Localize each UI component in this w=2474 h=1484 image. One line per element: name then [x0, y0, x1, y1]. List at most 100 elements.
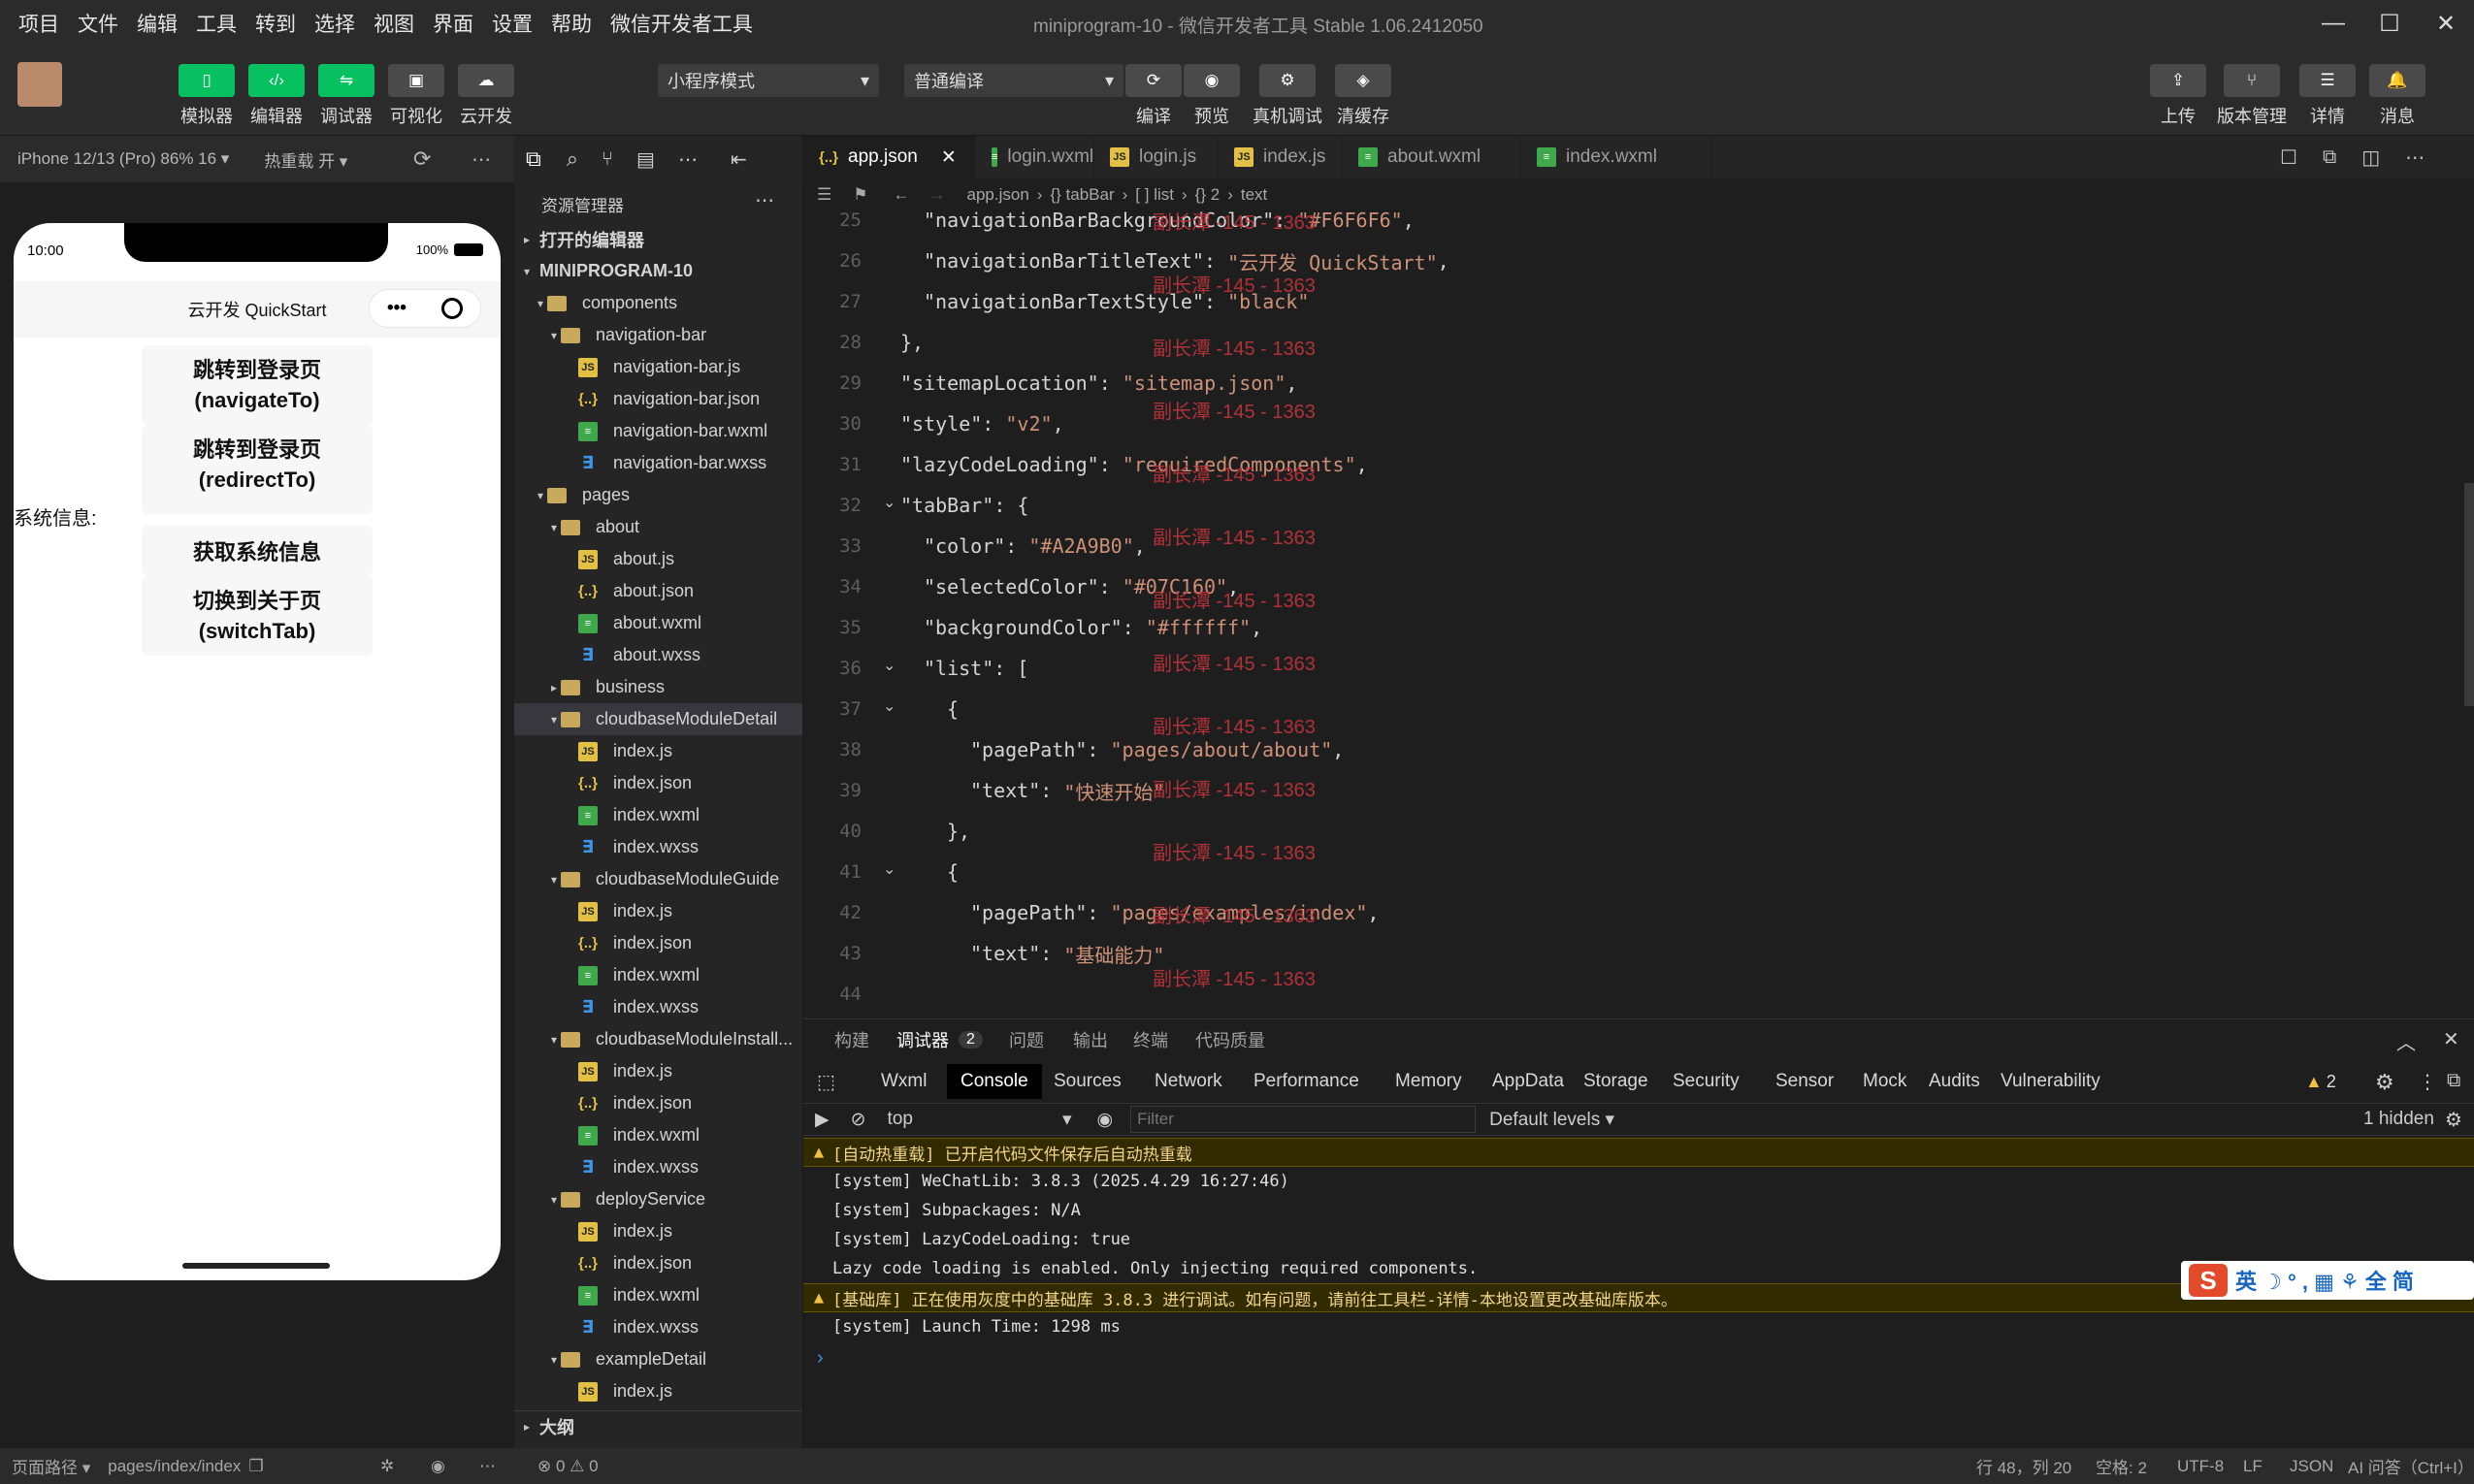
panel-tab[interactable]: 问题: [1009, 1019, 1044, 1060]
panel-tab[interactable]: 构建: [834, 1019, 869, 1060]
devtools-tab-sensor[interactable]: Sensor: [1762, 1064, 1847, 1099]
hot-reload-toggle[interactable]: 热重载 开 ▾: [264, 147, 347, 172]
kebab-icon[interactable]: ⋮: [2418, 1070, 2437, 1094]
more-icon[interactable]: ⋯: [472, 147, 491, 172]
settings-gear-icon[interactable]: ⚙: [2375, 1070, 2394, 1095]
get-system-info-button[interactable]: 获取系统信息: [142, 526, 373, 576]
file-item[interactable]: JS navigation-bar.js: [514, 351, 802, 383]
cloud-button[interactable]: ☁ 云开发: [456, 64, 516, 128]
menu-item[interactable]: 项目: [18, 9, 59, 38]
compile-button[interactable]: ⟳ 编译: [1123, 64, 1184, 128]
file-item[interactable]: ∃ index.wxss: [514, 991, 802, 1023]
maximize-icon[interactable]: ☐: [2361, 0, 2418, 47]
devtools-tab-appdata[interactable]: AppData: [1479, 1064, 1578, 1099]
dock-icon[interactable]: ⧉: [2447, 1070, 2460, 1092]
open-editors-section[interactable]: ▸ 打开的编辑器: [514, 223, 802, 255]
inspect-icon[interactable]: ⬚: [817, 1070, 835, 1094]
avatar[interactable]: [17, 62, 62, 107]
panel-tab[interactable]: 调试器 2: [896, 1019, 983, 1060]
indent-spaces[interactable]: 空格: 2: [2096, 1454, 2147, 1478]
file-item[interactable]: ∃ index.wxss: [514, 1151, 802, 1183]
copy-icon[interactable]: ❐: [248, 1457, 263, 1476]
tab-index-wxml[interactable]: ≡ index.wxml: [1521, 136, 1711, 178]
folder-item[interactable]: ▾ cloudbaseModuleGuide: [514, 863, 802, 895]
file-item[interactable]: ≡ index.wxml: [514, 1119, 802, 1151]
upload-button[interactable]: ⇪ 上传: [2148, 64, 2208, 128]
close-circle-icon[interactable]: [440, 298, 463, 319]
breadcrumb-item[interactable]: {} 2: [1195, 185, 1221, 205]
file-item[interactable]: ∃ navigation-bar.wxss: [514, 447, 802, 479]
capsule-button[interactable]: •••: [369, 289, 481, 328]
clear-console-icon[interactable]: ⊘: [851, 1109, 866, 1131]
devtools-tab-vulnerability[interactable]: Vulnerability: [1987, 1064, 2114, 1099]
devtools-tab-security[interactable]: Security: [1659, 1064, 1753, 1099]
file-item[interactable]: {..} index.json: [514, 927, 802, 959]
file-item[interactable]: JS about.js: [514, 543, 802, 575]
devtools-tab-memory[interactable]: Memory: [1382, 1064, 1476, 1099]
breadcrumb-item[interactable]: {} tabBar: [1050, 185, 1114, 205]
folder-item[interactable]: ▾ cloudbaseModuleInstall...: [514, 1023, 802, 1055]
menu-item[interactable]: 工具: [196, 9, 237, 38]
source-control-icon[interactable]: ⑂: [602, 148, 613, 171]
file-item[interactable]: JS index.js: [514, 1375, 802, 1407]
file-item[interactable]: JS index.js: [514, 895, 802, 927]
devtools-tab-sources[interactable]: Sources: [1040, 1064, 1135, 1099]
files-icon[interactable]: ⧉: [526, 146, 541, 172]
menu-item[interactable]: 微信开发者工具: [610, 9, 753, 38]
panel-close-icon[interactable]: ✕: [2443, 1027, 2459, 1051]
menu-item[interactable]: 视图: [374, 9, 414, 38]
filter-input[interactable]: [1130, 1106, 1477, 1133]
tab-login-wxml[interactable]: ≡ login.wxml: [976, 136, 1094, 178]
folder-item[interactable]: ▾ pages: [514, 479, 802, 511]
panel-tab[interactable]: 终端: [1133, 1019, 1168, 1060]
file-item[interactable]: ∃ index.wxss: [514, 1311, 802, 1343]
redirect-to-login-button[interactable]: 跳转到登录页 (redirectTo): [142, 425, 373, 514]
outline-section[interactable]: ▸ 大纲: [514, 1410, 802, 1442]
end-of-line[interactable]: LF: [2243, 1457, 2262, 1476]
code-editor[interactable]: 25 "navigationBarBackgroundColor": "#F6F6…: [803, 211, 2474, 1018]
comment-icon[interactable]: ☐: [2280, 145, 2297, 170]
fold-chevron-icon[interactable]: ⌄: [883, 656, 895, 675]
navigate-to-login-button[interactable]: 跳转到登录页 (navigateTo): [142, 345, 373, 425]
refresh-icon[interactable]: ⟳: [413, 146, 431, 172]
devtools-tab-performance[interactable]: Performance: [1240, 1064, 1373, 1099]
menu-item[interactable]: 编辑: [137, 9, 178, 38]
devtools-tab-wxml[interactable]: Wxml: [867, 1064, 940, 1099]
version-button[interactable]: ⑂ 版本管理: [2217, 64, 2287, 128]
sidebar-toggle-icon[interactable]: ▶: [815, 1109, 830, 1131]
folder-item[interactable]: ▾ deployService: [514, 1183, 802, 1215]
devtools-tab-mock[interactable]: Mock: [1849, 1064, 1920, 1099]
console-prompt-icon[interactable]: ›: [817, 1347, 824, 1370]
breadcrumb-item[interactable]: text: [1241, 185, 1267, 205]
more-icon[interactable]: ⋯: [2405, 145, 2425, 170]
devtools-tab-storage[interactable]: Storage: [1570, 1064, 1662, 1099]
minimize-icon[interactable]: —: [2305, 0, 2361, 47]
file-item[interactable]: ≡ navigation-bar.wxml: [514, 415, 802, 447]
folder-item[interactable]: ▾ cloudbaseModuleDetail: [514, 703, 802, 735]
menu-item[interactable]: 帮助: [551, 9, 592, 38]
search-icon[interactable]: ⌕: [567, 146, 578, 172]
menu-item[interactable]: 设置: [492, 9, 533, 38]
preview-button[interactable]: ◉ 预览: [1182, 64, 1242, 128]
bookmark-icon[interactable]: ⚑: [853, 185, 867, 205]
menu-item[interactable]: 界面: [433, 9, 473, 38]
problems-count[interactable]: ⊗ 0 ⚠ 0: [537, 1457, 599, 1476]
context-select[interactable]: top ▾: [888, 1109, 1072, 1131]
encoding[interactable]: UTF-8: [2177, 1457, 2224, 1476]
fold-chevron-icon[interactable]: ⌄: [883, 696, 895, 716]
simulator-button[interactable]: ▯ 模拟器: [177, 64, 237, 128]
language-mode[interactable]: JSON: [2290, 1457, 2333, 1476]
ime-status[interactable]: 英 ☽ ° , ▦ ⚘ 全 简: [2235, 1265, 2414, 1296]
file-item[interactable]: ∃ about.wxss: [514, 639, 802, 671]
tab-app-json[interactable]: {..} app.json ✕: [803, 136, 976, 178]
phone-screen[interactable]: 10:00 100% 云开发 QuickStart ••• 跳转到登录页 (na…: [14, 223, 501, 1280]
file-item[interactable]: ≡ index.wxml: [514, 1279, 802, 1311]
devtools-tab-console[interactable]: Console: [947, 1064, 1042, 1099]
folder-item[interactable]: ▾ about: [514, 511, 802, 543]
list-icon[interactable]: ☰: [817, 185, 831, 205]
device-select[interactable]: iPhone 12/13 (Pro) 86% 16 ▾: [17, 149, 229, 169]
breadcrumb-item[interactable]: [ ] list: [1135, 185, 1174, 205]
tab-about-wxml[interactable]: ≡ about.wxml: [1343, 136, 1521, 178]
editor-button[interactable]: ‹/› 编辑器: [246, 64, 307, 128]
eye-icon[interactable]: ◉: [1097, 1109, 1114, 1131]
